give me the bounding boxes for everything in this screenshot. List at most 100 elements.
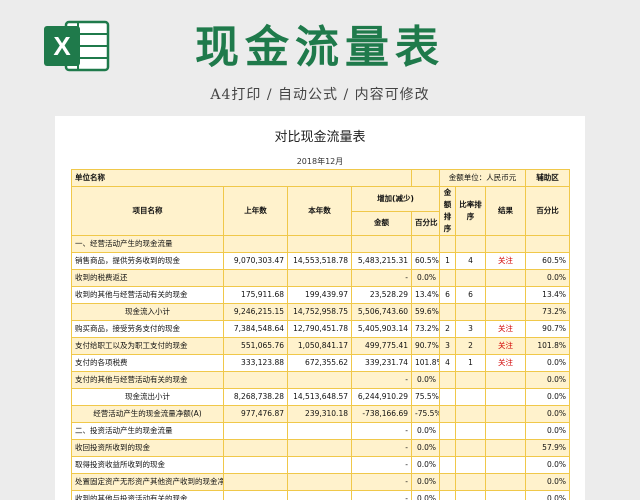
row-amount-rank (439, 439, 456, 457)
table-row: 现金流出小计 8,268,738.28 14,513,648.57 6,244,910… (71, 388, 570, 406)
row-aux-percent: 0.0% (525, 405, 570, 423)
row-last-year: 333,123.88 (223, 354, 288, 372)
row-change-amount: 23,528.29 (351, 286, 412, 304)
row-item-name: 销售商品，提供劳务收到的现金 (71, 252, 224, 270)
row-this-year (287, 473, 352, 491)
row-change-amount: - (351, 490, 412, 500)
row-last-year (223, 269, 288, 287)
row-change-amount: - (351, 422, 412, 440)
excel-icon: X (44, 20, 110, 72)
row-amount-rank (439, 473, 456, 491)
row-aux-percent (525, 235, 570, 253)
row-amount-rank: 3 (439, 337, 456, 355)
banner: X 现金流量表 A4打印 / 自动公式 / 内容可修改 (0, 0, 640, 115)
row-item-name: 购买商品，接受劳务支付的现金 (71, 320, 224, 338)
row-change-amount: - (351, 473, 412, 491)
row-result: 关注 (485, 252, 526, 270)
row-last-year (223, 371, 288, 389)
page-subtitle: A4打印 / 自动公式 / 内容可修改 (210, 87, 430, 103)
row-this-year: 14,553,518.78 (287, 252, 352, 270)
row-change-percent: 0.0% (411, 473, 440, 491)
table-row: 现金流入小计 9,246,215.15 14,752,958.75 5,506,743… (71, 303, 570, 321)
row-aux-percent: 60.5% (525, 252, 570, 270)
row-ratio-rank (455, 473, 486, 491)
row-change-amount: -738,166.69 (351, 405, 412, 423)
row-ratio-rank (455, 456, 486, 474)
row-ratio-rank (455, 371, 486, 389)
row-this-year: 199,439.97 (287, 286, 352, 304)
cash-flow-table: 单位名称 金额单位：人民币元 辅助区 项目名称 上年数 本年数 增加(减少) 金… (71, 169, 570, 500)
row-amount-rank (439, 388, 456, 406)
row-change-amount: 5,483,215.31 (351, 252, 412, 270)
row-item-name: 收到的税费返还 (71, 269, 224, 287)
table-row: 经营活动产生的现金流量净额(A) 977,476.87 239,310.18 -738… (71, 405, 570, 423)
row-item-name: 一、经营活动产生的现金流量 (71, 235, 224, 253)
row-last-year: 9,070,303.47 (223, 252, 288, 270)
row-item-name: 收回投资所收到的现金 (71, 439, 224, 457)
header-row-1: 单位名称 金额单位：人民币元 辅助区 (71, 169, 570, 187)
row-item-name: 收到的其他与投资活动有关的现金 (71, 490, 224, 500)
col-percent: 百分比 (411, 210, 440, 236)
row-last-year: 977,476.87 (223, 405, 288, 423)
row-result (485, 269, 526, 287)
row-change-percent: -75.5% (411, 405, 440, 423)
row-result (485, 422, 526, 440)
row-result (485, 371, 526, 389)
table-row: 支付给职工以及为职工支付的现金 551,065.76 1,050,841.17 499… (71, 337, 570, 355)
row-change-percent: 0.0% (411, 269, 440, 287)
row-result (485, 490, 526, 500)
row-item-name: 处置固定资产无形资产其他资产收到的现金净额 (71, 473, 224, 491)
row-this-year: 12,790,451.78 (287, 320, 352, 338)
row-result (485, 388, 526, 406)
row-ratio-rank: 4 (455, 252, 486, 270)
row-change-amount (351, 235, 412, 253)
unit-name-label: 单位名称 (71, 169, 412, 187)
row-aux-percent: 0.0% (525, 269, 570, 287)
col-last-year: 上年数 (223, 186, 288, 236)
document-date: 2018年12月 (296, 157, 344, 166)
row-last-year (223, 439, 288, 457)
row-last-year (223, 473, 288, 491)
svg-text:X: X (53, 31, 71, 61)
table-row: 支付的各项税费 333,123.88 672,355.62 339,231.74 101… (71, 354, 570, 372)
row-change-amount: - (351, 269, 412, 287)
row-item-name: 支付给职工以及为职工支付的现金 (71, 337, 224, 355)
row-change-amount: 5,405,903.14 (351, 320, 412, 338)
row-item-name: 支付的各项税费 (71, 354, 224, 372)
row-change-amount: - (351, 439, 412, 457)
row-result (485, 405, 526, 423)
row-this-year: 14,513,648.57 (287, 388, 352, 406)
row-amount-rank (439, 269, 456, 287)
row-change-percent: 0.0% (411, 371, 440, 389)
col-this-year: 本年数 (287, 186, 352, 236)
row-this-year (287, 490, 352, 500)
table-row: 收回投资所收到的现金 -0.0% 57.9% (71, 439, 570, 457)
row-ratio-rank (455, 422, 486, 440)
row-amount-rank: 6 (439, 286, 456, 304)
row-last-year: 9,246,215.15 (223, 303, 288, 321)
row-last-year (223, 235, 288, 253)
money-unit-label: 金额单位： (448, 173, 487, 182)
row-aux-percent: 90.7% (525, 320, 570, 338)
page-title: 现金流量表 (195, 22, 445, 73)
col-ratio-rank: 比率排序 (455, 186, 486, 236)
row-ratio-rank (455, 235, 486, 253)
row-aux-percent: 13.4% (525, 286, 570, 304)
row-change-percent: 59.6% (411, 303, 440, 321)
table-row: 收到的其他与投资活动有关的现金 -0.0% 0.0% (71, 490, 570, 500)
row-this-year: 14,752,958.75 (287, 303, 352, 321)
table-row: 支付的其他与经营活动有关的现金 -0.0% 0.0% (71, 371, 570, 389)
row-amount-rank: 2 (439, 320, 456, 338)
row-result (485, 439, 526, 457)
row-this-year (287, 269, 352, 287)
row-change-amount: 6,244,910.29 (351, 388, 412, 406)
row-ratio-rank: 3 (455, 320, 486, 338)
table-row: 处置固定资产无形资产其他资产收到的现金净额 -0.0% 0.0% (71, 473, 570, 491)
row-aux-percent: 0.0% (525, 490, 570, 500)
row-ratio-rank (455, 388, 486, 406)
row-result: 关注 (485, 320, 526, 338)
row-this-year (287, 422, 352, 440)
row-ratio-rank (455, 303, 486, 321)
aux-area-label: 辅助区 (525, 169, 570, 187)
row-aux-percent: 57.9% (525, 439, 570, 457)
